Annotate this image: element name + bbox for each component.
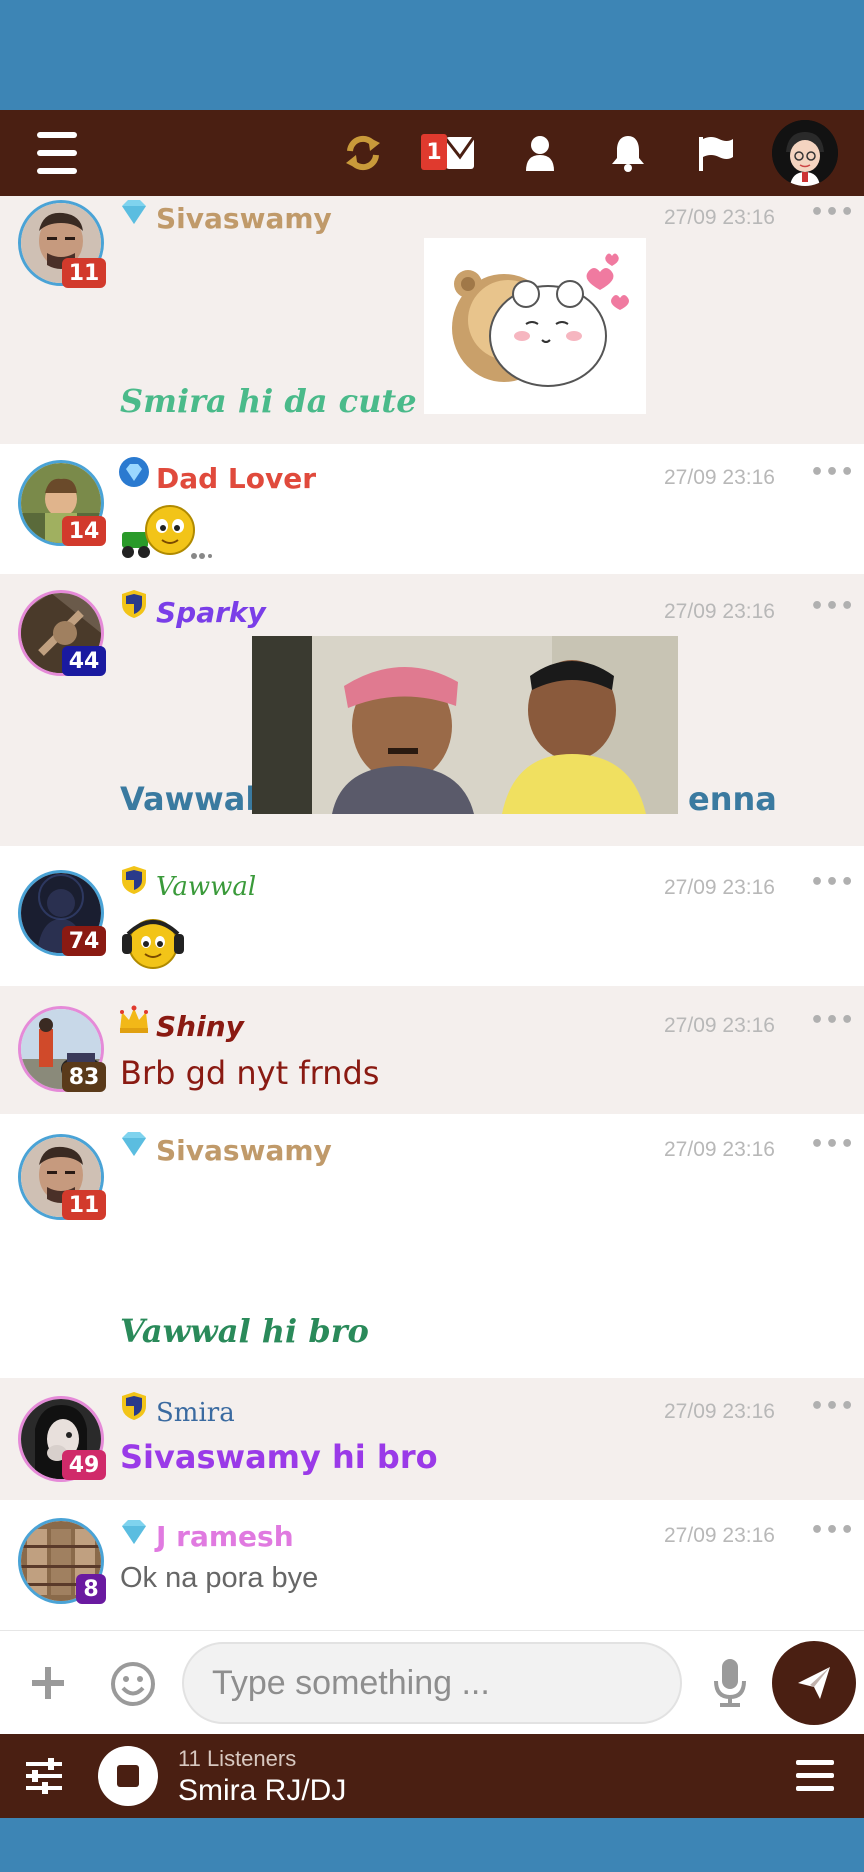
level-badge: 83 bbox=[62, 1062, 106, 1092]
equalizer-settings-icon[interactable] bbox=[24, 1756, 64, 1796]
add-icon[interactable] bbox=[30, 1665, 66, 1701]
blue-gem-icon bbox=[118, 456, 150, 488]
gif-image[interactable] bbox=[252, 636, 678, 814]
message-text: Smira hi da cute sis bbox=[120, 382, 476, 420]
timestamp: 27/09 23:16 bbox=[664, 466, 775, 489]
timestamp: 27/09 23:16 bbox=[664, 1138, 775, 1161]
chat-message: 14 Dad Lover 27/09 23:16 ••• bbox=[0, 444, 864, 574]
more-options-icon[interactable]: ••• bbox=[810, 460, 855, 485]
top-bar: 1 bbox=[0, 110, 864, 196]
level-badge: 11 bbox=[62, 258, 106, 288]
more-options-icon[interactable]: ••• bbox=[810, 1518, 855, 1543]
listeners-count: 11 Listeners bbox=[178, 1746, 297, 1771]
chat-feed[interactable]: 11 Sivaswamy 27/09 23:16 ••• Smira hi da… bbox=[0, 196, 864, 1630]
timestamp: 27/09 23:16 bbox=[664, 600, 775, 623]
more-options-icon[interactable]: ••• bbox=[810, 1132, 855, 1157]
username[interactable]: Sivaswamy bbox=[156, 1134, 332, 1167]
username[interactable]: Shiny bbox=[156, 1010, 244, 1043]
send-button[interactable] bbox=[772, 1641, 856, 1725]
more-options-icon[interactable]: ••• bbox=[810, 594, 855, 619]
message-text: Brb gd nyt frnds bbox=[120, 1054, 380, 1092]
level-badge: 11 bbox=[62, 1190, 106, 1220]
message-composer bbox=[0, 1630, 864, 1734]
send-icon bbox=[798, 1667, 830, 1699]
emoji-sticker bbox=[120, 916, 186, 972]
username[interactable]: Vawwal bbox=[156, 872, 256, 902]
emoji-sticker bbox=[120, 500, 212, 562]
menu-icon[interactable] bbox=[796, 1758, 834, 1794]
more-options-icon[interactable]: ••• bbox=[810, 1008, 855, 1033]
message-text: Sivaswamy hi bro bbox=[120, 1438, 438, 1476]
chat-message: 11 Sivaswamy 27/09 23:16 ••• Vawwal hi b… bbox=[0, 1114, 864, 1378]
user-icon[interactable] bbox=[522, 110, 558, 196]
level-badge: 14 bbox=[62, 516, 106, 546]
timestamp: 27/09 23:16 bbox=[664, 1524, 775, 1547]
chat-message: 8 J ramesh 27/09 23:16 ••• Ok na pora by… bbox=[0, 1500, 864, 1630]
username[interactable]: J ramesh bbox=[156, 1520, 294, 1553]
crown-icon bbox=[118, 1004, 150, 1036]
message-text: Vawwal hi bro bbox=[120, 1312, 369, 1350]
username[interactable]: Dad Lover bbox=[156, 462, 316, 495]
timestamp: 27/09 23:16 bbox=[664, 876, 775, 899]
level-badge: 8 bbox=[76, 1574, 106, 1604]
timestamp: 27/09 23:16 bbox=[664, 1400, 775, 1423]
chat-message: 44 Sparky 27/09 23:16 ••• Vawwal enna bbox=[0, 574, 864, 846]
more-options-icon[interactable]: ••• bbox=[810, 870, 855, 895]
username[interactable]: Sivaswamy bbox=[156, 202, 332, 235]
microphone-icon[interactable] bbox=[712, 1657, 748, 1709]
username[interactable]: Smira bbox=[156, 1398, 235, 1428]
message-text-after: enna bbox=[688, 780, 777, 818]
diamond-icon bbox=[118, 1128, 150, 1160]
shield-icon bbox=[118, 864, 150, 896]
shield-icon bbox=[118, 588, 150, 620]
level-badge: 44 bbox=[62, 646, 106, 676]
radio-player: 11 Listeners Smira RJ/DJ bbox=[0, 1734, 864, 1818]
menu-icon[interactable] bbox=[36, 110, 78, 196]
navigation-bar bbox=[0, 1818, 864, 1872]
diamond-icon bbox=[118, 1516, 150, 1548]
more-options-icon[interactable]: ••• bbox=[810, 1394, 855, 1419]
message-text-before: Vawwal bbox=[120, 780, 257, 818]
chat-message: 11 Sivaswamy 27/09 23:16 ••• Smira hi da… bbox=[0, 196, 864, 444]
shield-icon bbox=[118, 1390, 150, 1422]
flag-icon[interactable] bbox=[696, 110, 736, 196]
status-bar bbox=[0, 0, 864, 110]
chat-message: 74 Vawwal 27/09 23:16 ••• bbox=[0, 846, 864, 986]
chat-message: 49 Smira 27/09 23:16 ••• Sivaswamy hi br… bbox=[0, 1378, 864, 1500]
sticker-image[interactable] bbox=[424, 238, 646, 414]
timestamp: 27/09 23:16 bbox=[664, 206, 775, 229]
username[interactable]: Sparky bbox=[156, 596, 266, 629]
more-options-icon[interactable]: ••• bbox=[810, 200, 855, 225]
timestamp: 27/09 23:16 bbox=[664, 1014, 775, 1037]
stop-icon bbox=[117, 1765, 139, 1787]
chat-message: 83 Shiny 27/09 23:16 ••• Brb gd nyt frnd… bbox=[0, 986, 864, 1114]
emoji-icon[interactable] bbox=[110, 1661, 156, 1707]
station-name: Smira RJ/DJ bbox=[178, 1774, 347, 1807]
message-text: Ok na pora bye bbox=[120, 1562, 319, 1594]
refresh-icon[interactable] bbox=[340, 110, 386, 196]
chat-app: 1 11 Sivaswamy 27/09 23:16 ••• Smira hi … bbox=[0, 0, 864, 1872]
bell-icon[interactable] bbox=[608, 110, 648, 196]
stop-button[interactable] bbox=[98, 1746, 158, 1806]
level-badge: 74 bbox=[62, 926, 106, 956]
level-badge: 49 bbox=[62, 1450, 106, 1480]
diamond-icon bbox=[118, 196, 150, 228]
message-input[interactable] bbox=[182, 1642, 682, 1724]
profile-avatar[interactable] bbox=[772, 120, 838, 186]
notification-badge: 1 bbox=[421, 134, 447, 170]
